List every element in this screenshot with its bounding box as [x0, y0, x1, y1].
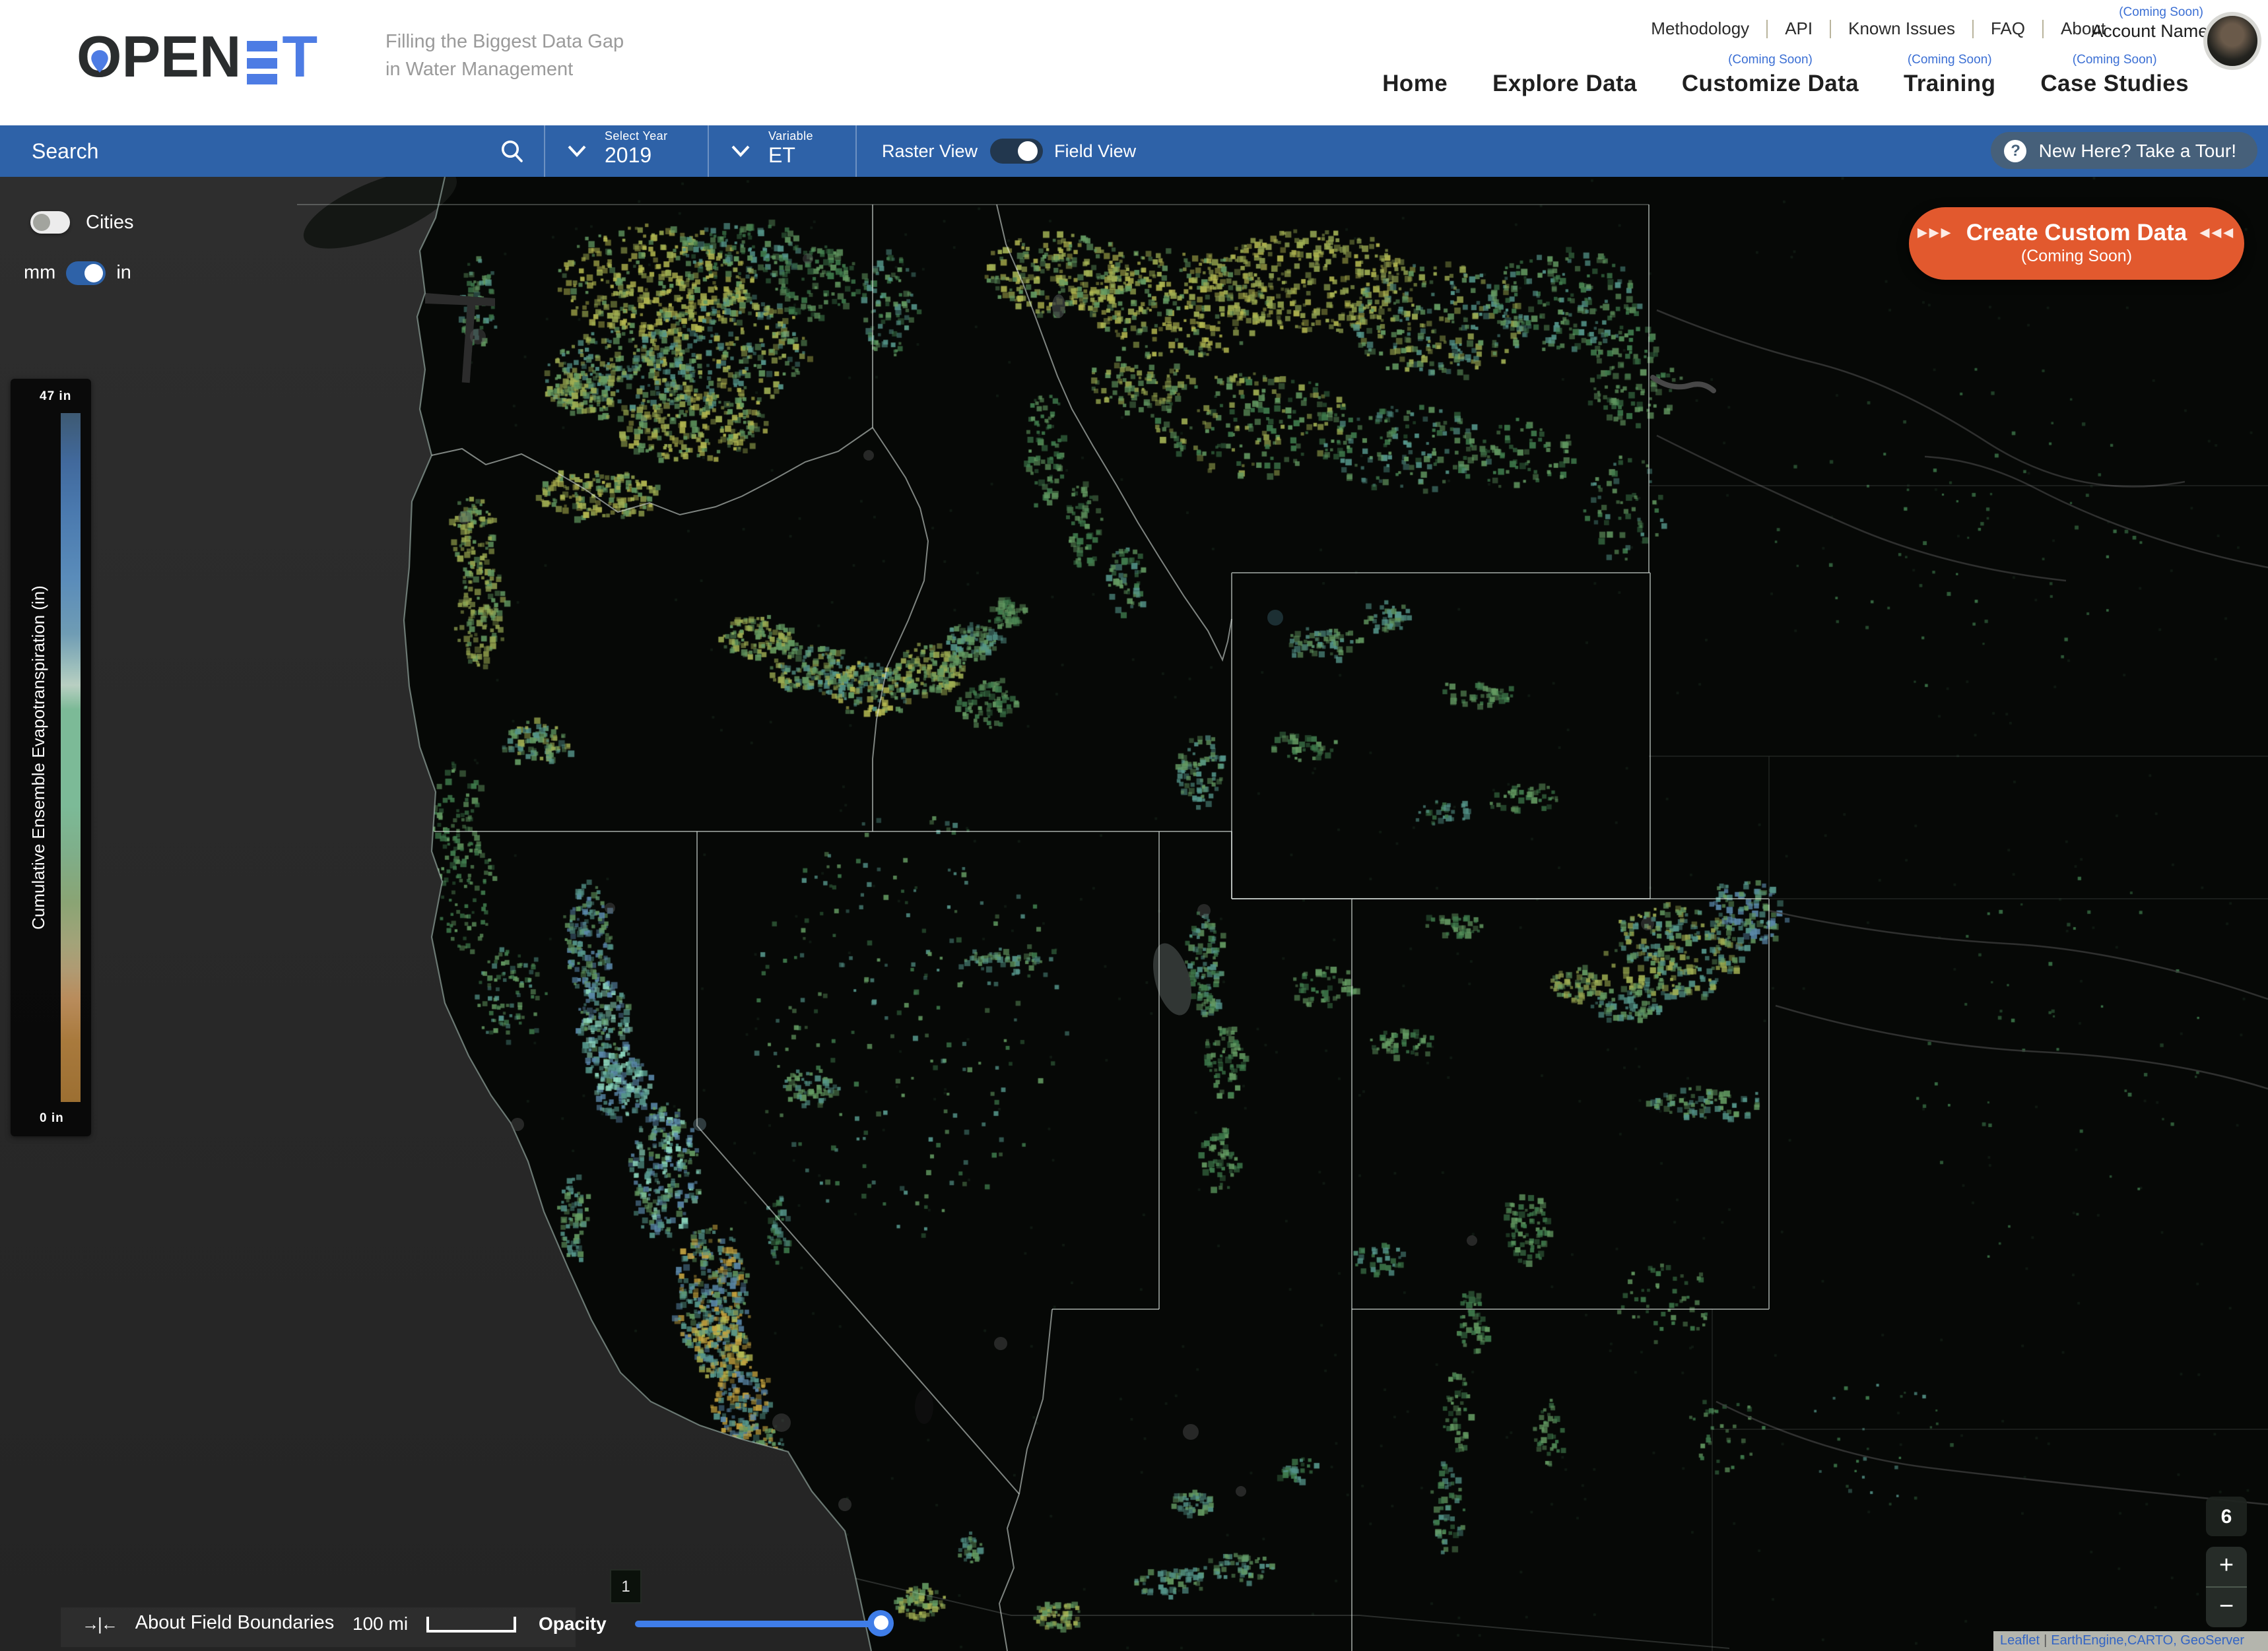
logo-e-bars	[246, 41, 277, 84]
location-pin-icon	[91, 50, 108, 73]
view-mode-toggle[interactable]	[989, 139, 1042, 164]
nav-known-issues[interactable]: Known Issues	[1831, 18, 1972, 38]
legend-max-label: 47 in	[40, 389, 100, 404]
raster-view-label[interactable]: Raster View	[882, 141, 978, 161]
about-field-boundaries-button[interactable]: →|← About Field Boundaries	[82, 1613, 334, 1634]
year-select[interactable]: Select Year 2019	[605, 129, 668, 169]
units-toggle[interactable]	[66, 261, 106, 285]
utility-nav: Methodology API Known Issues FAQ About	[1634, 18, 2123, 38]
nav-faq[interactable]: FAQ	[1974, 18, 2042, 38]
create-custom-data-label: Create Custom Data	[1966, 219, 2187, 247]
variable-chevron-down-icon[interactable]	[731, 145, 750, 157]
year-chevron-down-icon[interactable]	[568, 145, 586, 157]
create-coming-soon-label: (Coming Soon)	[1909, 247, 2244, 265]
scale-distance-label: 100 mi	[352, 1613, 408, 1634]
et-legend: 47 in Cumulative Ensemble Evapotranspira…	[11, 379, 91, 1136]
zoom-out-button[interactable]: −	[2206, 1588, 2247, 1627]
nav-methodology[interactable]: Methodology	[1634, 18, 1766, 38]
create-custom-data-button[interactable]: ▶▶▶ Create Custom Data ◀◀◀ (Coming Soon)	[1909, 207, 2244, 280]
help-icon: ?	[2005, 139, 2027, 162]
opacity-value-tooltip: 1	[610, 1569, 642, 1603]
zoom-in-button[interactable]: +	[2206, 1547, 2247, 1586]
account-coming-soon: (Coming Soon)	[2091, 5, 2231, 20]
zoom-level-badge: 6	[2206, 1497, 2247, 1536]
view-toggle-knob	[1017, 141, 1037, 161]
year-select-value: 2019	[605, 145, 668, 169]
view-mode-control: Raster View Field View	[882, 125, 1136, 177]
openet-app: Cities mm in 47 in Cumulative Ensemble E…	[0, 0, 2268, 1651]
zoom-control: + −	[2206, 1547, 2247, 1627]
tab-training[interactable]: (Coming Soon)Training	[1904, 53, 1995, 98]
collapse-arrows-icon: →|←	[82, 1613, 117, 1633]
cities-toggle[interactable]	[30, 211, 70, 234]
triple-right-arrow-icon: ▶▶▶	[1918, 226, 1953, 240]
take-a-tour-button[interactable]: ? New Here? Take a Tour!	[1991, 132, 2257, 169]
map-scale-control: 100 mi	[352, 1613, 516, 1634]
units-mm-label[interactable]: mm	[24, 263, 55, 284]
logo-et-mark: T	[246, 29, 317, 87]
legend-min-label: 0 in	[40, 1111, 100, 1126]
nav-api[interactable]: API	[1768, 18, 1830, 38]
cities-control: Cities	[30, 211, 134, 234]
opacity-control: Opacity	[539, 1613, 881, 1634]
tagline: Filling the Biggest Data Gap in Water Ma…	[385, 29, 624, 84]
tab-case-studies[interactable]: (Coming Soon)Case Studies	[2040, 53, 2189, 98]
variable-select-value: ET	[768, 145, 813, 169]
scale-bar	[426, 1617, 516, 1633]
take-a-tour-label: New Here? Take a Tour!	[2039, 140, 2236, 161]
legend-gradient-bar	[61, 413, 81, 1102]
account-name: Account Name	[2091, 21, 2208, 41]
units-in-label[interactable]: in	[116, 263, 131, 284]
sources-link[interactable]: EarthEngine,CARTO, GeoServer	[2051, 1634, 2244, 1648]
main-nav: Home Explore Data (Coming Soon)Customize…	[1382, 53, 2189, 98]
field-view-label[interactable]: Field View	[1054, 141, 1136, 161]
legend-title: Cumulative Ensemble Evapotranspiration (…	[28, 585, 48, 930]
cities-label: Cities	[86, 212, 134, 233]
account-menu[interactable]: (Coming Soon) Account Name ▼	[2091, 5, 2231, 44]
opacity-slider[interactable]	[636, 1620, 881, 1627]
map-canvas-area[interactable]: Cities mm in 47 in Cumulative Ensemble E…	[0, 177, 2268, 1651]
openet-logo[interactable]: OPEN T	[77, 21, 317, 95]
units-control: mm in	[24, 261, 131, 285]
triple-left-arrow-icon: ◀◀◀	[2200, 226, 2236, 240]
app-header: OPEN T Filling the Biggest Data Gap in W…	[0, 0, 2268, 125]
logo-t-text: T	[282, 29, 317, 87]
map-toolbar: Select Year 2019 Variable ET Raster View…	[0, 125, 2268, 177]
cities-toggle-knob	[33, 214, 50, 231]
search-input[interactable]	[29, 125, 483, 179]
et-field-data-layer	[0, 177, 2268, 1651]
year-select-label: Select Year	[605, 129, 668, 143]
units-toggle-knob	[84, 264, 103, 282]
variable-select-label: Variable	[768, 129, 813, 143]
tab-home[interactable]: Home	[1382, 53, 1448, 98]
about-field-boundaries-label: About Field Boundaries	[135, 1613, 335, 1634]
tab-customize-data[interactable]: (Coming Soon)Customize Data	[1682, 53, 1859, 98]
opacity-label: Opacity	[539, 1613, 607, 1634]
tab-explore-data[interactable]: Explore Data	[1492, 53, 1637, 98]
leaflet-link[interactable]: Leaflet	[2000, 1634, 2040, 1648]
variable-select[interactable]: Variable ET	[768, 129, 813, 169]
map-attribution: Leaflet | EarthEngine,CARTO, GeoServer	[1993, 1631, 2268, 1651]
avatar[interactable]	[2203, 12, 2261, 70]
search-icon[interactable]	[499, 139, 525, 165]
